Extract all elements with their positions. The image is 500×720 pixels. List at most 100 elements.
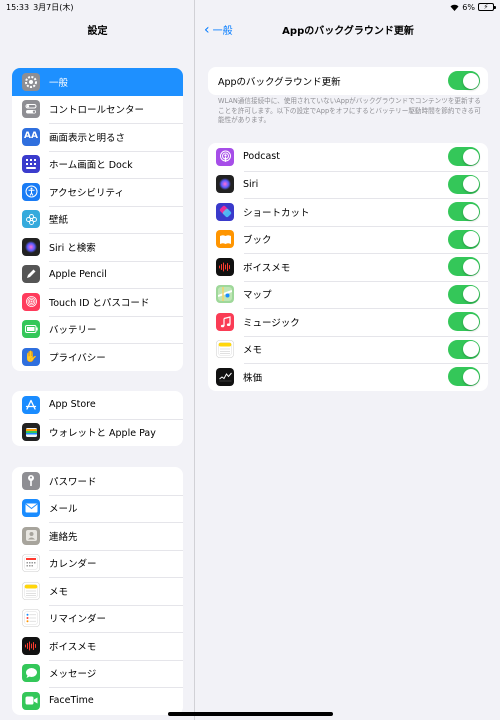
sidebar-item-label: 連絡先	[49, 531, 78, 543]
app-row: マップ	[208, 280, 488, 309]
sidebar-item-label: コントロールセンター	[49, 105, 145, 117]
sidebar-item-group1-5[interactable]: 壁紙	[12, 205, 183, 234]
master-toggle-row: Appのバックグラウンド更新	[208, 67, 488, 95]
battery-icon: ⚡	[478, 3, 496, 11]
toggle-knob	[462, 313, 479, 330]
master-toggle[interactable]	[448, 71, 480, 91]
sidebar-item-label: メッセージ	[49, 669, 97, 681]
sidebar-item-group2-1[interactable]: ウォレットと Apple Pay	[12, 418, 183, 447]
sidebar-item-group3-4[interactable]: メモ	[12, 577, 183, 605]
background-refresh-toggle[interactable]	[448, 174, 480, 194]
gear-icon	[22, 72, 40, 91]
sidebar-item-label: カレンダー	[49, 559, 97, 571]
background-refresh-toggle[interactable]	[448, 147, 480, 167]
sidebar-item-group1-3[interactable]: ホーム画面と Dock	[12, 150, 183, 179]
settings-group-apps: パスワードメール連絡先カレンダーメモリマインダーボイスメモメッセージ FaceTi…	[12, 467, 183, 715]
sidebar-item-group2-0[interactable]: App Store	[12, 391, 183, 419]
toggle-knob	[462, 341, 479, 358]
sidebar-item-group3-1[interactable]: メール	[12, 494, 183, 523]
pencil-icon	[22, 265, 40, 284]
sidebar: 設定 一般 コントロールセンター AA 画面表示と明るさ ホーム画面と Dock アクセシ…	[0, 0, 195, 720]
toggle-knob	[462, 368, 479, 385]
sidebar-item-label: Apple Pencil	[49, 268, 107, 280]
app-name: ショートカット	[243, 207, 310, 219]
background-refresh-toggle[interactable]	[448, 202, 480, 222]
app-name: 株価	[243, 372, 263, 384]
settings-group-system: 一般コントロールセンター AA 画面表示と明るさホーム画面と Dock アクセシビリテ…	[12, 68, 183, 371]
sidebar-item-group1-7[interactable]: Apple Pencil	[12, 260, 183, 289]
app-row: Siri	[208, 170, 488, 199]
app-row: Podcast	[208, 143, 488, 171]
sidebar-item-group1-2[interactable]: AA 画面表示と明るさ	[12, 123, 183, 151]
footnote: WLAN通信接続中に、使用されていないAppがバックグラウンドでコンテンツを更新…	[218, 97, 481, 124]
background-refresh-toggle[interactable]	[448, 339, 480, 359]
toggle-knob	[462, 72, 479, 89]
app-name: ボイスメモ	[243, 262, 291, 274]
sidebar-item-label: リマインダー	[49, 614, 107, 626]
wallet-icon	[22, 423, 40, 442]
toggles-icon	[22, 100, 40, 119]
sidebar-item-group1-1[interactable]: コントロールセンター	[12, 96, 183, 124]
sidebar-item-label: 壁紙	[49, 215, 69, 227]
sidebar-item-group3-7[interactable]: メッセージ	[12, 659, 183, 688]
voice-memo-icon	[216, 257, 234, 276]
voice-memo-icon	[22, 636, 40, 655]
sidebar-item-group3-2[interactable]: 連絡先	[12, 522, 183, 550]
sidebar-item-group3-3[interactable]: カレンダー	[12, 549, 183, 578]
sidebar-item-group3-0[interactable]: パスワード	[12, 467, 183, 495]
settings-group-store: App Store ウォレットと Apple Pay	[12, 391, 183, 446]
app-row: ボイスメモ	[208, 253, 488, 281]
podcast-icon	[216, 147, 234, 166]
sidebar-item-group3-6[interactable]: ボイスメモ	[12, 632, 183, 660]
background-refresh-toggle[interactable]	[448, 284, 480, 304]
sidebar-item-label: FaceTime	[49, 695, 94, 707]
books-icon	[216, 230, 234, 249]
background-refresh-toggle[interactable]	[448, 367, 480, 387]
notes-icon	[22, 581, 40, 600]
back-button[interactable]: ‹ 一般	[204, 21, 233, 38]
background-refresh-toggle[interactable]	[448, 312, 480, 332]
app-name: メモ	[243, 345, 263, 357]
sidebar-item-label: アクセシビリティ	[49, 187, 124, 199]
toggle-knob	[462, 176, 479, 193]
background-refresh-toggle[interactable]	[448, 229, 480, 249]
app-name: Podcast	[243, 151, 280, 163]
sidebar-item-group1-8[interactable]: Touch ID とパスコード	[12, 288, 183, 316]
text-size-icon: AA	[22, 127, 40, 146]
messages-icon	[22, 664, 40, 683]
chevron-left-icon: ‹	[204, 21, 210, 38]
facetime-icon	[22, 691, 40, 710]
sidebar-item-group1-4[interactable]: アクセシビリティ	[12, 178, 183, 206]
sidebar-item-label: ホーム画面と Dock	[49, 160, 133, 172]
app-row: メモ	[208, 335, 488, 364]
music-icon	[216, 312, 234, 331]
sidebar-item-group3-5[interactable]: リマインダー	[12, 604, 183, 633]
app-store-icon	[22, 395, 40, 414]
maps-icon	[216, 285, 234, 304]
toggle-knob	[462, 286, 479, 303]
sidebar-item-group1-6[interactable]: Siri と検索	[12, 233, 183, 261]
contacts-icon	[22, 526, 40, 545]
accessibility-icon	[22, 182, 40, 201]
sidebar-item-label: メール	[49, 504, 78, 516]
status-bar: 15:33 3月7日(木) 6% ⚡	[0, 0, 500, 14]
notes-icon	[216, 340, 234, 359]
sidebar-item-group3-8[interactable]: FaceTime	[12, 687, 183, 715]
detail-pane: ‹ 一般 Appのバックグラウンド更新 Appのバックグラウンド更新 WLAN通…	[196, 0, 500, 720]
sidebar-item-group1-10[interactable]: ✋ プライバシー	[12, 343, 183, 371]
mail-icon	[22, 499, 40, 518]
toggle-knob	[462, 148, 479, 165]
status-right: 6% ⚡	[450, 3, 496, 12]
app-row: ブック	[208, 225, 488, 254]
home-indicator	[168, 712, 333, 716]
status-time: 15:33	[6, 2, 30, 12]
master-toggle-card: Appのバックグラウンド更新	[208, 67, 488, 95]
background-refresh-toggle[interactable]	[448, 257, 480, 277]
battery-icon	[22, 320, 40, 339]
sidebar-item-group1-9[interactable]: バッテリー	[12, 315, 183, 344]
sidebar-item-label: メモ	[49, 586, 69, 598]
back-label: 一般	[212, 26, 233, 37]
sidebar-item-label: バッテリー	[49, 325, 97, 337]
master-toggle-label: Appのバックグラウンド更新	[218, 76, 341, 88]
sidebar-item-group1-0[interactable]: 一般	[12, 68, 183, 96]
